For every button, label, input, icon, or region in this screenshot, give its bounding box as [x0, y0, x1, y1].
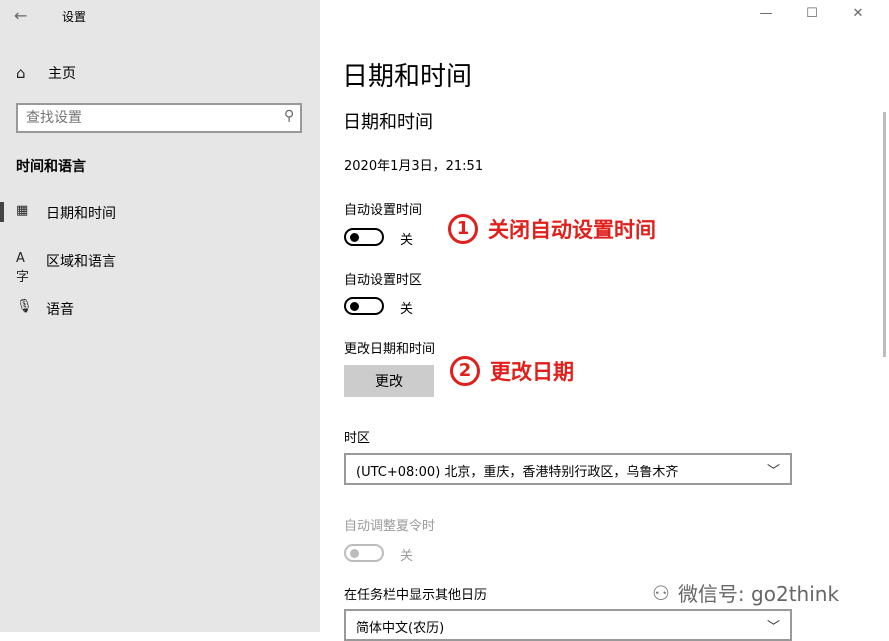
microphone-icon: 🎙 — [16, 299, 33, 314]
toggle-knob — [350, 549, 359, 558]
dst-toggle — [344, 544, 384, 562]
sidebar-item-label: 区域和语言 — [46, 254, 116, 270]
watermark: ⚇ 微信号: go2think — [652, 578, 839, 607]
maximize-icon[interactable]: ☐ — [789, 6, 835, 21]
annotation-number: 1 — [448, 214, 478, 244]
auto-time-toggle[interactable] — [344, 228, 384, 246]
back-arrow-icon[interactable]: ← — [14, 6, 36, 26]
home-label: 主页 — [48, 66, 76, 82]
sidebar-item-home[interactable]: ⌂ 主页 — [16, 62, 76, 84]
home-icon: ⌂ — [16, 64, 26, 82]
annotation-2: 2 更改日期 — [450, 356, 574, 386]
dst-label: 自动调整夏令时 — [344, 519, 436, 534]
calendar-select[interactable]: 简体中文(农历) ﹀ — [344, 609, 792, 641]
sidebar: ← 设置 ⌂ 主页 ⚲ 时间和语言 ▦ 日期和时间 A字 区域和语言 🎙 语音 — [0, 0, 320, 632]
app-title: 设置 — [62, 10, 87, 24]
annotation-number: 2 — [450, 356, 480, 386]
sidebar-item-speech[interactable]: 🎙 语音 — [0, 294, 320, 322]
current-datetime: 2020年1月3日，21:51 — [344, 159, 484, 174]
change-datetime-label: 更改日期和时间 — [344, 342, 436, 357]
calendar-label: 在任务栏中显示其他日历 — [344, 588, 488, 603]
wechat-icon: ⚇ — [652, 580, 670, 605]
language-icon: A字 — [16, 251, 30, 285]
close-icon[interactable]: ✕ — [835, 6, 881, 21]
section-title: 日期和时间 — [343, 112, 433, 133]
auto-time-label: 自动设置时间 — [344, 203, 423, 218]
page-title: 日期和时间 — [342, 62, 473, 92]
scrollbar[interactable] — [883, 112, 886, 357]
change-button[interactable]: 更改 — [344, 365, 434, 397]
sidebar-section-title: 时间和语言 — [16, 159, 86, 175]
watermark-text: 微信号: go2think — [677, 582, 840, 606]
sidebar-item-region-language[interactable]: A字 区域和语言 — [0, 246, 320, 285]
sidebar-item-date-time[interactable]: ▦ 日期和时间 — [0, 198, 320, 226]
annotation-text: 更改日期 — [490, 360, 574, 384]
toggle-knob — [350, 233, 359, 242]
calendar-value: 简体中文(农历) — [356, 621, 445, 636]
auto-time-state: 关 — [400, 233, 414, 248]
timezone-label: 时区 — [344, 431, 371, 446]
timezone-select[interactable]: (UTC+08:00) 北京，重庆，香港特别行政区，乌鲁木齐 ﹀ — [344, 453, 792, 485]
auto-timezone-label: 自动设置时区 — [344, 273, 423, 288]
search-input[interactable] — [26, 109, 266, 127]
sidebar-item-label: 语音 — [46, 302, 74, 318]
timezone-value: (UTC+08:00) 北京，重庆，香港特别行政区，乌鲁木齐 — [356, 465, 679, 480]
annotation-text: 关闭自动设置时间 — [488, 218, 656, 242]
chevron-down-icon: ﹀ — [766, 464, 780, 479]
minimize-icon[interactable]: — — [743, 6, 789, 21]
search-icon[interactable]: ⚲ — [284, 108, 294, 124]
chevron-down-icon: ﹀ — [766, 620, 780, 635]
sidebar-item-label: 日期和时间 — [46, 206, 116, 222]
annotation-1: 1 关闭自动设置时间 — [448, 214, 656, 244]
toggle-knob — [350, 302, 359, 311]
search-box[interactable]: ⚲ — [16, 103, 302, 133]
calendar-clock-icon: ▦ — [16, 203, 29, 218]
dst-state: 关 — [400, 549, 414, 564]
window-controls: — ☐ ✕ — [743, 6, 881, 21]
active-indicator — [0, 202, 4, 222]
auto-timezone-state: 关 — [400, 302, 414, 317]
auto-timezone-toggle[interactable] — [344, 297, 384, 315]
